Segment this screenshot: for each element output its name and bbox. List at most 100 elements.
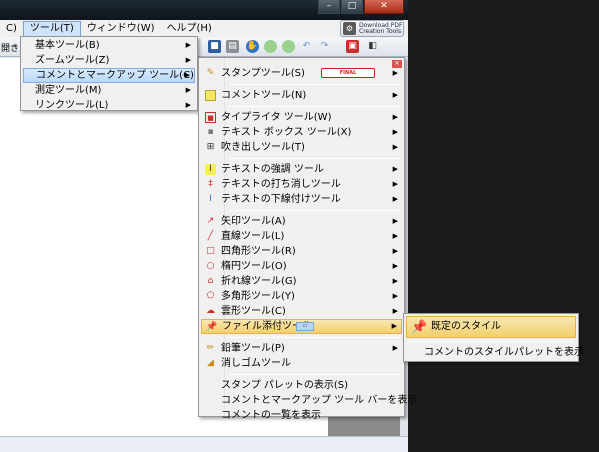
line-icon: ╱: [207, 231, 214, 241]
print-icon[interactable]: ▤: [226, 40, 239, 53]
submenu-arrow-icon: ▶: [184, 71, 190, 79]
submenu-arrow-icon: ▶: [392, 247, 398, 255]
pdf-button-text: Download PDF Creation Tools: [359, 21, 403, 35]
submenu-arrow-icon: ▶: [185, 41, 191, 49]
menu-item-comment-markup-tools[interactable]: コメントとマークアップ ツール(C) ▶: [23, 68, 195, 83]
menu-item-show-markup-toolbar[interactable]: コメントとマークアップ ツール バーを表示: [201, 393, 417, 408]
menu-separator: [229, 210, 400, 211]
menu-window[interactable]: ウィンドウ(W): [81, 21, 161, 37]
rectangle-icon: □: [206, 246, 215, 256]
maximize-button[interactable]: □: [341, 0, 363, 14]
markup-tools-menu: ✕ ✎ スタンプツール(S) FINAL ▶ コメントツール(N) ▶ ■ タイ…: [198, 57, 417, 421]
submenu-arrow-icon: ▶: [185, 56, 191, 64]
menu-item-callout-tool[interactable]: ⊞ 吹き出しツール(T) ▶: [201, 140, 402, 155]
minimize-button[interactable]: –: [318, 0, 340, 14]
menu-tools[interactable]: ツール(T): [22, 20, 81, 37]
menu-item-polygon-tool[interactable]: ⬠ 多角形ツール(Y) ▶: [201, 289, 402, 304]
tools-menu: 基本ツール(B) ▶ ズームツール(Z) ▶ コメントとマークアップ ツール(C…: [20, 36, 198, 111]
menu-item-show-comment-list[interactable]: コメントの一覧を表示: [201, 408, 402, 423]
window-controls: – □ ✕: [317, 0, 404, 14]
back-icon[interactable]: [264, 40, 277, 53]
menu-item-arrow-tool[interactable]: ↗ 矢印ツール(A) ▶: [201, 214, 402, 229]
title-bar: – □ ✕: [0, 0, 408, 20]
menu-item-highlight-tool[interactable]: I テキストの強調 ツール ▶: [201, 162, 402, 177]
submenu-arrow-icon: ▶: [392, 128, 398, 136]
menu-item-polyline-tool[interactable]: ⌂ 折れ線ツール(G) ▶: [201, 274, 402, 289]
pushpin-icon: 📌: [411, 320, 428, 335]
menu-item-file-attach-tool[interactable]: 📌 ファイル添付ツール ▭ ▶: [201, 319, 402, 334]
status-bar: [0, 436, 408, 452]
eraser-icon: ◢: [207, 358, 214, 368]
submenu-arrow-icon: ▶: [392, 307, 398, 315]
sticky-note-icon: [205, 90, 216, 101]
redo-icon[interactable]: ↷: [318, 40, 331, 53]
polyline-icon: ⌂: [207, 276, 214, 286]
submenu-arrow-icon: ▶: [392, 91, 398, 99]
menu-separator: [229, 374, 400, 375]
download-pdf-tools-button[interactable]: ⚙ Download PDF Creation Tools: [340, 20, 404, 37]
menu-item-show-style-palette[interactable]: コメントのスタイルパレットを表示: [406, 345, 584, 361]
menu-item-measure-tools[interactable]: 測定ツール(M) ▶: [23, 83, 195, 98]
pencil-icon: ✏: [206, 343, 215, 353]
ocr-icon[interactable]: ◧: [366, 40, 379, 53]
close-window-button[interactable]: ✕: [364, 0, 404, 14]
clipboard-icon[interactable]: ▣: [346, 40, 359, 53]
menu-separator: [229, 337, 400, 338]
menu-item-zoom-tools[interactable]: ズームツール(Z) ▶: [23, 53, 195, 68]
menu-separator: [408, 341, 574, 342]
arrow-icon: ↗: [206, 216, 215, 226]
menu-item-typewriter-tool[interactable]: ■ タイプライタ ツール(W) ▶: [201, 110, 402, 125]
menu-item-show-stamp-palette[interactable]: スタンプ パレットの表示(S): [201, 378, 402, 393]
menu-item-cloud-tool[interactable]: ☁ 雲形ツール(C) ▶: [201, 304, 402, 319]
menu-item-line-tool[interactable]: ╱ 直線ツール(L) ▶: [201, 229, 402, 244]
submenu-arrow-icon: ▶: [392, 69, 398, 77]
menu-item-link-tools[interactable]: リンクツール(L) ▶: [23, 98, 195, 113]
submenu-arrow-icon: ▶: [392, 344, 398, 352]
submenu-arrow-icon: ▶: [391, 322, 397, 330]
menu-item-pencil-tool[interactable]: ✏ 鉛筆ツール(P) ▶: [201, 341, 402, 356]
submenu-arrow-icon: ▶: [392, 292, 398, 300]
submenu-arrow-icon: ▶: [392, 143, 398, 151]
menu-comment-partial[interactable]: C): [0, 21, 23, 37]
menu-item-textbox-tool[interactable]: ▪ テキスト ボックス ツール(X) ▶: [201, 125, 402, 140]
attachment-preview-icon: ▭: [296, 322, 314, 331]
submenu-arrow-icon: ▶: [392, 165, 398, 173]
menu-separator: [229, 106, 400, 107]
menu-item-strikeout-tool[interactable]: ‡ テキストの打ち消しツール ▶: [201, 177, 402, 192]
stamp-icon: ✎: [206, 68, 215, 78]
menu-item-comment-tool[interactable]: コメントツール(N) ▶: [201, 88, 402, 103]
submenu-arrow-icon: ▶: [392, 277, 398, 285]
submenu-arrow-icon: ▶: [392, 262, 398, 270]
polygon-icon: ⬠: [206, 291, 215, 301]
pdf-tools-icon: ⚙: [343, 22, 356, 35]
forward-icon[interactable]: [282, 40, 295, 53]
menu-separator: [229, 158, 400, 159]
undo-icon[interactable]: ↶: [300, 40, 313, 53]
pushpin-icon: 📌: [206, 322, 218, 332]
submenu-arrow-icon: ▶: [392, 232, 398, 240]
submenu-arrow-icon: ▶: [392, 113, 398, 121]
typewriter-icon: ■: [205, 112, 216, 123]
highlight-icon: I: [205, 164, 216, 175]
menu-item-basic-tools[interactable]: 基本ツール(B) ▶: [23, 38, 195, 53]
menu-item-stamp-tool[interactable]: ✎ スタンプツール(S) FINAL ▶: [201, 66, 402, 81]
menu-item-rectangle-tool[interactable]: □ 四角形ツール(R) ▶: [201, 244, 402, 259]
menu-item-ellipse-tool[interactable]: ○ 楕円ツール(O) ▶: [201, 259, 402, 274]
submenu-arrow-icon: ▶: [392, 217, 398, 225]
file-attach-submenu: 📌 既定のスタイル コメントのスタイルパレットを表示: [403, 313, 584, 362]
callout-icon: ⊞: [206, 142, 215, 152]
toolbar-open-partial[interactable]: 開き: [1, 41, 19, 54]
menu-help[interactable]: ヘルプ(H): [161, 21, 218, 37]
underline-icon: I: [209, 194, 212, 204]
menu-separator: [229, 84, 400, 85]
submenu-arrow-icon: ▶: [392, 195, 398, 203]
menu-item-eraser-tool[interactable]: ◢ 消しゴムツール: [201, 356, 402, 371]
save-icon[interactable]: ■: [208, 40, 221, 53]
hand-tool-icon[interactable]: ✋: [246, 40, 259, 53]
submenu-arrow-icon: ▶: [185, 101, 191, 109]
menu-item-underline-tool[interactable]: I テキストの下線付けツール ▶: [201, 192, 402, 207]
submenu-arrow-icon: ▶: [392, 180, 398, 188]
cloud-icon: ☁: [206, 306, 215, 316]
textbox-icon: ▪: [207, 127, 214, 137]
menu-item-default-style[interactable]: 📌 既定のスタイル: [406, 316, 576, 338]
